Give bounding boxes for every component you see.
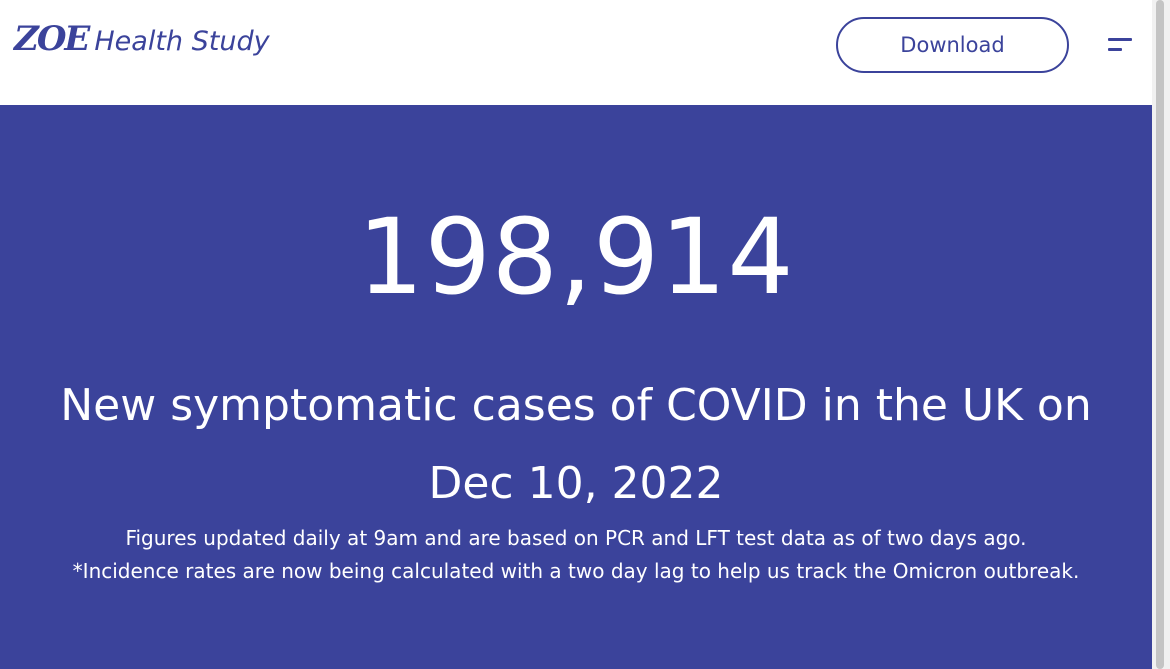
hamburger-icon[interactable] bbox=[1106, 36, 1134, 54]
menu-line-top bbox=[1108, 38, 1132, 41]
headline-prefix: New symptomatic cases of COVID in the UK… bbox=[60, 380, 1092, 431]
hero-banner: 198,914 New symptomatic cases of COVID i… bbox=[0, 105, 1152, 669]
menu-line-bottom bbox=[1108, 48, 1122, 51]
top-header: ZOE Health Study Download bbox=[0, 0, 1152, 105]
scrollbar-thumb[interactable] bbox=[1156, 0, 1164, 669]
case-count: 198,914 bbox=[357, 196, 795, 318]
zoe-logo[interactable]: ZOE Health Study bbox=[14, 22, 270, 56]
update-note: Figures updated daily at 9am and are bas… bbox=[125, 526, 1027, 550]
download-button[interactable]: Download bbox=[836, 17, 1069, 73]
page: ZOE Health Study Download 198,914 New sy… bbox=[0, 0, 1170, 669]
logo-mark: ZOE bbox=[14, 19, 90, 59]
headline-date: Dec 10, 2022 bbox=[428, 458, 724, 509]
incidence-note: *Incidence rates are now being calculate… bbox=[72, 559, 1080, 583]
headline: New symptomatic cases of COVID in the UK… bbox=[60, 367, 1092, 523]
logo-text: Health Study bbox=[94, 26, 270, 57]
scrollbar[interactable] bbox=[1152, 0, 1170, 669]
